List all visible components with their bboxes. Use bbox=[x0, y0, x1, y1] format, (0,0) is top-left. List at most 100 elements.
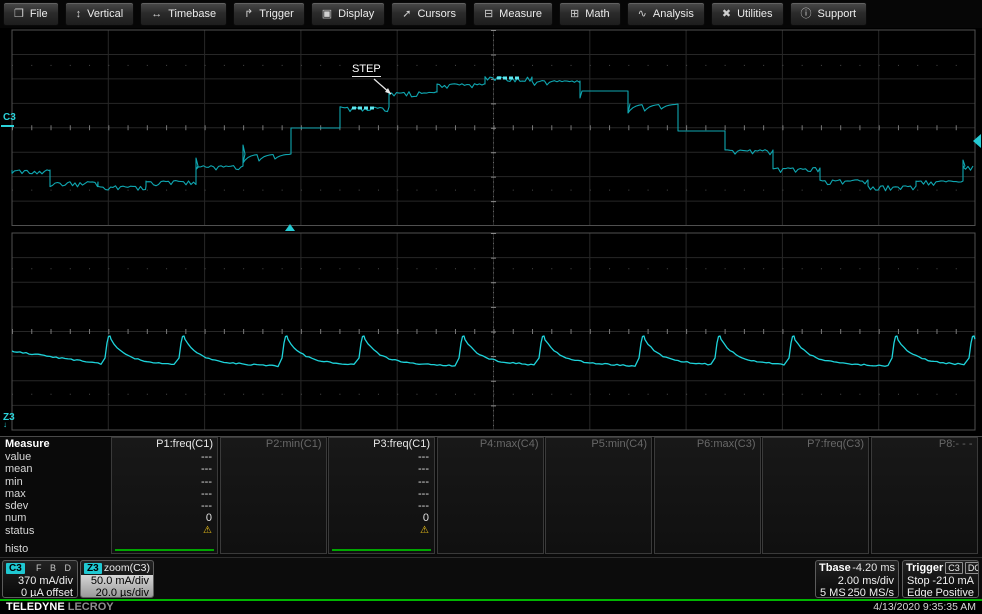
measure-num-cell: 0 bbox=[112, 512, 217, 524]
measure-row-labels: Measurevaluemeanminmaxsdevnumstatus histo bbox=[5, 438, 50, 555]
c3-offset: 0 µA offset bbox=[3, 587, 77, 598]
z3-title: zoom(C3) bbox=[104, 562, 150, 574]
menu-vertical-button[interactable]: ↕ Vertical bbox=[65, 2, 135, 26]
menu-math-button[interactable]: ⊞ Math bbox=[559, 2, 621, 26]
menu-measure-button[interactable]: ⊟ Measure bbox=[473, 2, 553, 26]
measure-param-3[interactable]: P3:freq(C1)---------------0⚠ bbox=[328, 437, 435, 554]
menu-label: Trigger bbox=[259, 8, 293, 20]
menu-display-button[interactable]: ▣ Display bbox=[311, 2, 385, 26]
measure-status-warning-icon: ⚠ bbox=[329, 525, 434, 537]
menu-file-button[interactable]: ❐File bbox=[3, 2, 59, 26]
measure-param-header[interactable]: P5:min(C4) bbox=[546, 438, 651, 451]
analysis-wave-icon: ∿ bbox=[638, 9, 647, 20]
cursor-arrow-icon: ➚ bbox=[402, 9, 411, 20]
measure-param-header[interactable]: P4:max(C4) bbox=[438, 438, 543, 451]
menu-label: Display bbox=[338, 8, 374, 20]
tbase-rate: 250 MS/s bbox=[848, 587, 894, 598]
menu-support-button[interactable]: ⓘSupport bbox=[790, 2, 868, 26]
measure-param-header[interactable]: P3:freq(C1) bbox=[329, 438, 434, 451]
measure-value-cell: --- bbox=[112, 451, 217, 463]
measure-row-label-num: num bbox=[5, 512, 50, 524]
measure-value-cell: --- bbox=[329, 451, 434, 463]
trigger-level-marker bbox=[973, 134, 981, 148]
measure-ruler-icon: ⊟ bbox=[484, 9, 493, 20]
menu-label: Timebase bbox=[168, 8, 216, 20]
zoom-z3-descriptor[interactable]: Z3 zoom(C3) 50.0 mA/div 20.0 µs/div bbox=[80, 560, 154, 598]
trigger-slope: Positive bbox=[935, 587, 974, 598]
c3-flags: F B D bbox=[36, 563, 74, 573]
trigger-kind: Edge bbox=[907, 587, 933, 598]
measure-row-label-min: min bbox=[5, 476, 50, 488]
display-monitor-icon: ▣ bbox=[322, 9, 332, 20]
zoom-waveform-grid[interactable] bbox=[0, 232, 982, 434]
brand-bar: TELEDYNE LECROY 4/13/2020 9:35:35 AM bbox=[0, 601, 982, 614]
measure-min-cell: --- bbox=[329, 476, 434, 488]
measure-status-warning-icon: ⚠ bbox=[112, 525, 217, 537]
measure-mean-cell: --- bbox=[329, 463, 434, 475]
measure-row-label-mean: mean bbox=[5, 463, 50, 475]
menu-label: Math bbox=[585, 8, 609, 20]
menu-trigger-button[interactable]: ↱ Trigger bbox=[233, 2, 305, 26]
channel-c3-descriptor[interactable]: C3 F B D 370 mA/div 0 µA offset bbox=[2, 560, 78, 598]
menu-label: Cursors bbox=[417, 8, 456, 20]
tbase-delay: -4.20 ms bbox=[852, 562, 895, 574]
measure-param-header[interactable]: P2:min(C1) bbox=[221, 438, 326, 451]
menu-label: Utilities bbox=[737, 8, 772, 20]
measure-min-cell: --- bbox=[112, 476, 217, 488]
menu-cursors-button[interactable]: ➚ Cursors bbox=[391, 2, 467, 26]
c3-scale: 370 mA/div bbox=[3, 575, 77, 587]
menu-label: Vertical bbox=[87, 8, 123, 20]
measure-param-header[interactable]: P8:- - - bbox=[872, 438, 977, 451]
menu-bar: ❐File ↕ Vertical ↔Timebase ↱ Trigger ▣ Display ➚… bbox=[0, 0, 982, 28]
measure-param-5[interactable]: P5:min(C4) bbox=[545, 437, 652, 554]
utilities-tools-icon: ✖ bbox=[722, 9, 731, 20]
measure-param-4[interactable]: P4:max(C4) bbox=[437, 437, 544, 554]
measure-row-label-sdev: sdev bbox=[5, 500, 50, 512]
brand-logo: TELEDYNE LECROY bbox=[6, 601, 114, 614]
oscilloscope-app: ❐File ↕ Vertical ↔Timebase ↱ Trigger ▣ Display ➚… bbox=[0, 0, 982, 614]
measure-param-header[interactable]: P1:freq(C1) bbox=[112, 438, 217, 451]
menu-timebase-button[interactable]: ↔Timebase bbox=[140, 2, 227, 26]
measure-header: Measure bbox=[5, 438, 50, 451]
measure-param-8[interactable]: P8:- - - bbox=[871, 437, 978, 554]
menu-label: Analysis bbox=[653, 8, 694, 20]
vertical-arrows-icon: ↕ bbox=[76, 9, 82, 20]
main-waveform-grid[interactable] bbox=[0, 28, 982, 232]
menu-label: Support bbox=[818, 8, 857, 20]
trigger-descriptor[interactable]: Trigger C3DC Stop -210 mA Edge Positive bbox=[902, 560, 979, 598]
measure-histo-bar bbox=[115, 549, 214, 551]
z3-scale: 50.0 mA/div bbox=[81, 575, 153, 587]
tbase-samples: 5 MS bbox=[820, 587, 846, 598]
measure-param-header[interactable]: P6:max(C3) bbox=[655, 438, 760, 451]
menu-analysis-button[interactable]: ∿ Analysis bbox=[627, 2, 705, 26]
measure-param-6[interactable]: P6:max(C3) bbox=[654, 437, 761, 554]
measure-row-label-status: status bbox=[5, 525, 50, 537]
measure-sdev-cell: --- bbox=[329, 500, 434, 512]
math-calculator-icon: ⊞ bbox=[570, 9, 579, 20]
measure-sdev-cell: --- bbox=[112, 500, 217, 512]
trigger-title: Trigger bbox=[906, 562, 943, 574]
measure-row-label-value: value bbox=[5, 451, 50, 463]
trace-z3-offscreen-arrow-icon: ↓ bbox=[3, 421, 7, 429]
measure-param-header[interactable]: P7:freq(C3) bbox=[763, 438, 868, 451]
channel-c3-zero-marker[interactable] bbox=[1, 125, 14, 127]
menu-utilities-button[interactable]: ✖ Utilities bbox=[711, 2, 784, 26]
step-annotation: STEP bbox=[352, 64, 381, 77]
measure-row-label-histo: histo bbox=[5, 543, 50, 555]
measure-max-cell: --- bbox=[329, 488, 434, 500]
menu-label: Measure bbox=[499, 8, 542, 20]
measure-row-label-max: max bbox=[5, 488, 50, 500]
tbase-title: Tbase bbox=[819, 562, 851, 574]
channel-c3-label[interactable]: C3 bbox=[3, 113, 16, 123]
measure-table: Measurevaluemeanminmaxsdevnumstatus histo… bbox=[0, 436, 982, 557]
trigger-mode: Stop bbox=[907, 575, 930, 587]
c3-badge: C3 bbox=[6, 563, 25, 574]
measure-mean-cell: --- bbox=[112, 463, 217, 475]
trigger-edge-icon: ↱ bbox=[244, 9, 253, 20]
z3-badge: Z3 bbox=[84, 563, 102, 574]
measure-param-7[interactable]: P7:freq(C3) bbox=[762, 437, 869, 554]
timebase-descriptor[interactable]: Tbase -4.20 ms 2.00 ms/div 5 MS 250 MS/s bbox=[815, 560, 899, 598]
measure-param-1[interactable]: P1:freq(C1)---------------0⚠ bbox=[111, 437, 218, 554]
menu-label: File bbox=[30, 8, 48, 20]
measure-param-2[interactable]: P2:min(C1) bbox=[220, 437, 327, 554]
